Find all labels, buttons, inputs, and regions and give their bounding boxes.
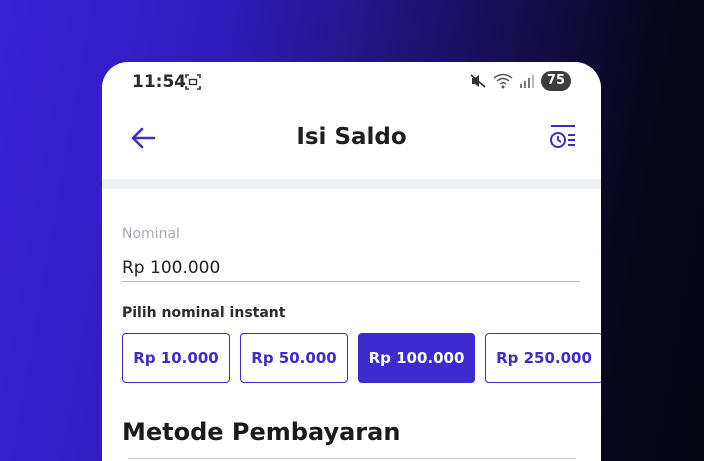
payment-method-title: Metode Pembayaran bbox=[122, 418, 401, 446]
payment-card-edge bbox=[128, 458, 576, 459]
status-time: 11:54 bbox=[132, 72, 187, 92]
history-list-icon[interactable] bbox=[547, 122, 577, 152]
mute-icon bbox=[470, 74, 486, 88]
chip-10000[interactable]: Rp 10.000 bbox=[122, 333, 230, 383]
phone-screen: 11:54 75 Isi Saldo Nominal Rp 100.000 Pi… bbox=[102, 62, 601, 461]
status-bar: 11:54 75 bbox=[102, 62, 601, 102]
chip-50000[interactable]: Rp 50.000 bbox=[240, 333, 348, 383]
status-icons: 75 bbox=[469, 71, 571, 91]
instant-nominal-label: Pilih nominal instant bbox=[122, 305, 286, 321]
nominal-label: Nominal bbox=[122, 226, 180, 242]
wifi-icon bbox=[493, 73, 513, 89]
screenshot-icon bbox=[185, 74, 201, 90]
nominal-input[interactable] bbox=[122, 254, 580, 282]
battery-badge: 75 bbox=[540, 71, 571, 91]
app-header: Isi Saldo bbox=[102, 110, 601, 166]
chip-100000[interactable]: Rp 100.000 bbox=[358, 333, 475, 383]
section-divider bbox=[102, 179, 601, 189]
page-title: Isi Saldo bbox=[296, 124, 407, 150]
chip-250000[interactable]: Rp 250.000 bbox=[485, 333, 601, 383]
signal-icon bbox=[519, 75, 534, 88]
